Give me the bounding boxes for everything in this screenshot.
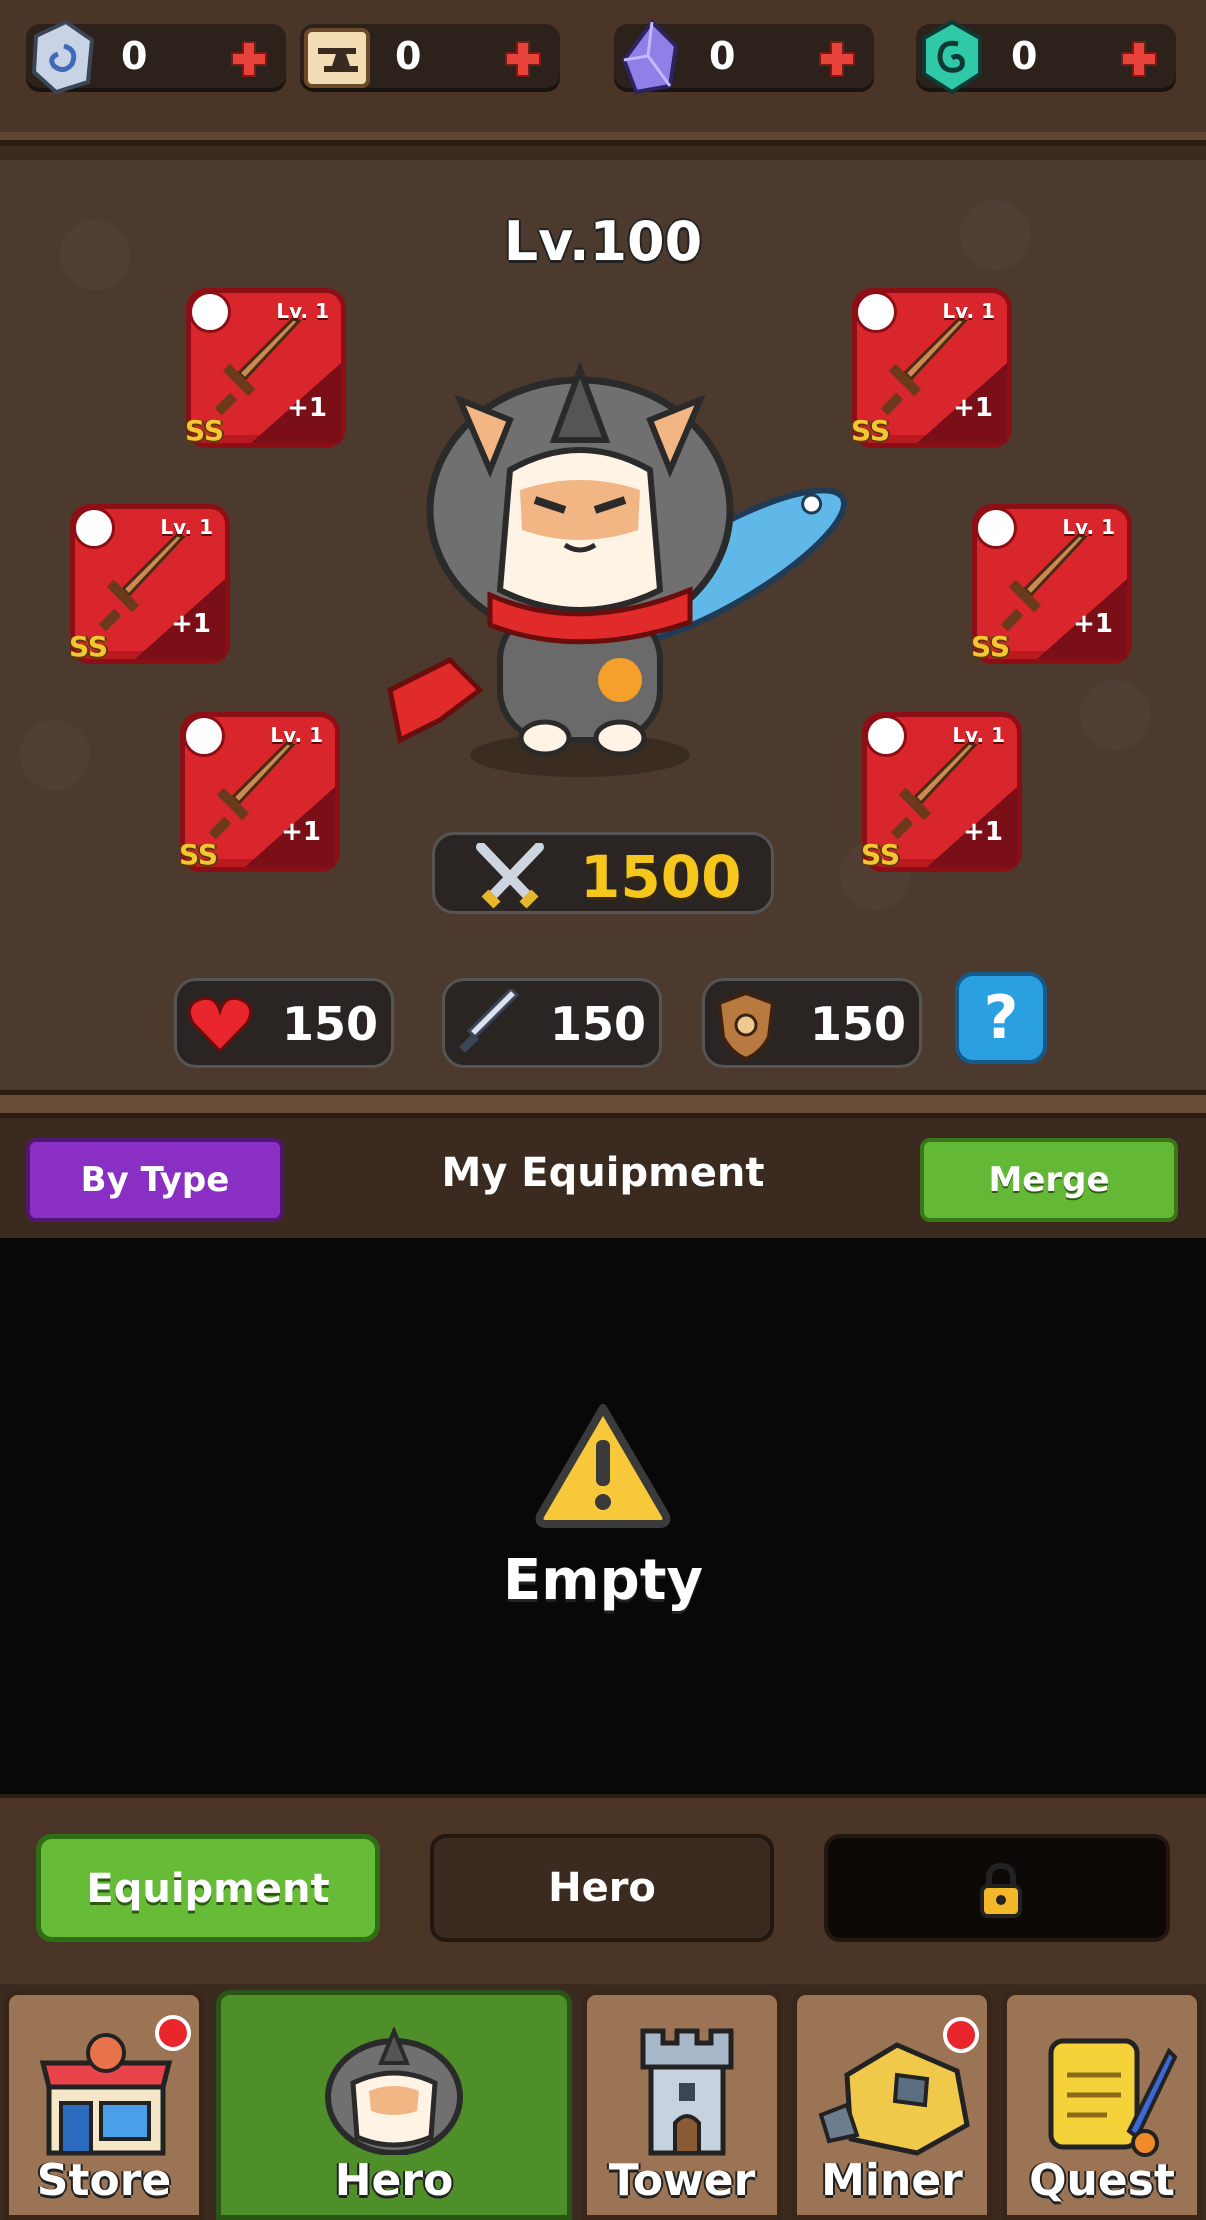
nav-tower-label: Tower	[608, 2155, 756, 2206]
slot-level: Lv. 1	[276, 299, 329, 323]
shield-icon	[716, 990, 776, 1061]
slot-grade: SS	[971, 630, 1011, 663]
paw-print-decoration	[1080, 680, 1150, 750]
emerald-rune-icon	[922, 19, 982, 95]
resource-emerald-rune: 0	[916, 19, 1176, 95]
notification-dot	[155, 2015, 191, 2051]
add-emerald-rune-button[interactable]	[1120, 40, 1158, 78]
resource-value: 0	[395, 34, 422, 78]
help-button[interactable]: ?	[955, 972, 1047, 1064]
slot-level: Lv. 1	[270, 723, 323, 747]
nav-miner[interactable]: Miner	[792, 1990, 992, 2220]
heart-icon	[187, 996, 253, 1054]
equipment-slot-4[interactable]: Lv. 1 +1 SS	[971, 504, 1132, 664]
warning-icon	[535, 1404, 671, 1528]
nav-hero[interactable]: Hero	[216, 1990, 572, 2220]
nav-miner-label: Miner	[821, 2155, 963, 2206]
merge-button[interactable]: Merge	[920, 1138, 1178, 1222]
tower-icon	[640, 2028, 734, 2156]
resource-value: 0	[121, 34, 148, 78]
rune-stone-icon	[31, 19, 95, 95]
nav-hero-label: Hero	[334, 2155, 454, 2206]
lock-icon	[980, 1862, 1022, 1918]
crystal-icon	[621, 18, 679, 95]
tab-hero[interactable]: Hero	[430, 1834, 774, 1942]
inventory-title: My Equipment	[441, 1150, 765, 1196]
stat-health: 150	[174, 978, 394, 1068]
crossed-swords-icon	[476, 843, 544, 909]
add-anvil-scroll-button[interactable]	[504, 40, 542, 78]
health-value: 150	[282, 997, 379, 1051]
cat-hero-character[interactable]	[370, 360, 910, 780]
resource-value: 0	[1011, 34, 1038, 78]
nav-tower[interactable]: Tower	[582, 1990, 782, 2220]
slot-grade: SS	[861, 838, 901, 871]
slot-upgrade: +1	[171, 609, 211, 639]
slot-grade: SS	[185, 414, 225, 447]
sort-by-type-button[interactable]: By Type	[26, 1138, 284, 1222]
stat-defense: 150	[702, 978, 922, 1068]
quest-scroll-icon	[1048, 2038, 1177, 2157]
equipment-slot-1[interactable]: Lv. 1 +1 SS	[185, 288, 346, 448]
equipment-slot-5[interactable]: Lv. 1 +1 SS	[179, 712, 340, 872]
ore-icon	[818, 2042, 970, 2156]
combat-power: 1500	[432, 832, 774, 914]
attack-value: 150	[550, 997, 647, 1051]
add-crystal-button[interactable]	[818, 40, 856, 78]
nav-store[interactable]: Store	[4, 1990, 204, 2220]
sword-attack-icon	[459, 989, 520, 1053]
defense-value: 150	[810, 997, 907, 1051]
equipment-slot-3[interactable]: Lv. 1 +1 SS	[69, 504, 230, 664]
slot-level: Lv. 1	[1062, 515, 1115, 539]
resource-rune-stone: 0	[26, 19, 286, 95]
slot-upgrade: +1	[287, 393, 327, 423]
add-rune-stone-button[interactable]	[230, 40, 268, 78]
slot-upgrade: +1	[281, 817, 321, 847]
notification-dot	[943, 2017, 979, 2053]
resource-anvil-scroll: 0	[300, 24, 560, 92]
empty-message: Empty	[503, 1548, 703, 1613]
slot-upgrade: +1	[963, 817, 1003, 847]
tab-locked[interactable]	[824, 1834, 1170, 1942]
slot-grade: SS	[69, 630, 109, 663]
panel-divider	[0, 1090, 1206, 1118]
slot-upgrade: +1	[953, 393, 993, 423]
nav-store-label: Store	[36, 2155, 172, 2206]
nav-quest[interactable]: Quest	[1002, 1990, 1202, 2220]
anvil-scroll-icon	[304, 28, 370, 88]
resource-crystal: 0	[614, 18, 874, 95]
slot-upgrade: +1	[1073, 609, 1113, 639]
hero-cat-icon	[325, 2027, 463, 2155]
slot-level: Lv. 1	[160, 515, 213, 539]
resource-value: 0	[709, 34, 736, 78]
paw-print-decoration	[20, 720, 90, 790]
slot-level: Lv. 1	[942, 299, 995, 323]
tab-equipment[interactable]: Equipment	[36, 1834, 380, 1942]
stat-attack: 150	[442, 978, 662, 1068]
slot-level: Lv. 1	[952, 723, 1005, 747]
store-icon	[39, 2033, 173, 2156]
hero-level: Lv.100	[503, 210, 703, 273]
combat-power-value: 1500	[580, 843, 742, 911]
slot-grade: SS	[179, 838, 219, 871]
nav-quest-label: Quest	[1029, 2155, 1175, 2206]
